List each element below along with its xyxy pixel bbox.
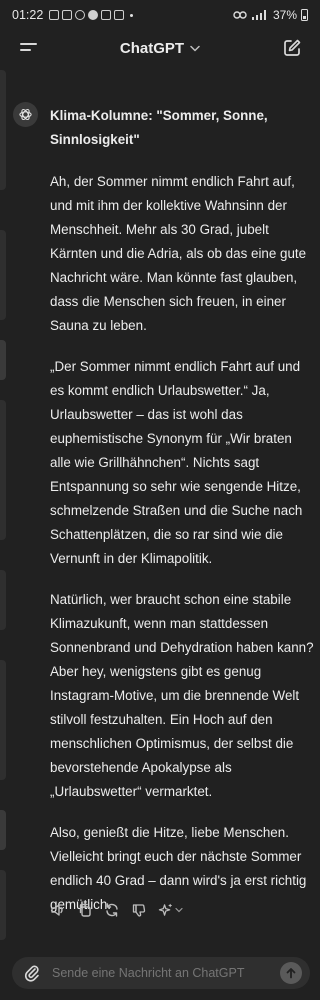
assistant-message: Klima-Kolumne: "Sommer, Sonne, Sinnlosig… bbox=[50, 104, 315, 934]
message-paragraph: Ah, der Sommer nimmt endlich Fahrt auf, … bbox=[50, 174, 307, 333]
message-composer bbox=[12, 957, 310, 989]
status-bar: 01:22 37% bbox=[0, 0, 320, 30]
app-notification-icon bbox=[75, 10, 86, 20]
mail-notification-icon bbox=[101, 10, 112, 20]
message-input[interactable] bbox=[52, 966, 280, 980]
send-button[interactable] bbox=[280, 962, 302, 984]
sparkle-model-icon bbox=[158, 903, 172, 916]
battery-icon bbox=[301, 9, 308, 21]
hamburger-menu-icon[interactable] bbox=[20, 41, 37, 55]
paperclip-icon[interactable] bbox=[24, 964, 40, 982]
notification-icon bbox=[49, 10, 60, 20]
sidebar-edge[interactable] bbox=[0, 70, 8, 950]
message-heading: Klima-Kolumne: "Sommer, Sonne, Sinnlosig… bbox=[50, 108, 268, 147]
arrow-up-icon bbox=[286, 968, 296, 979]
more-notifications-dot-icon bbox=[130, 13, 134, 17]
status-time: 01:22 bbox=[12, 8, 44, 22]
app-header: ChatGPT bbox=[0, 30, 320, 66]
link-icon bbox=[233, 11, 247, 19]
chevron-down-icon bbox=[190, 45, 200, 51]
system-icons: 37% bbox=[233, 8, 308, 22]
message-paragraph: Natürlich, wer braucht schon eine stabil… bbox=[50, 592, 314, 799]
signal-icon bbox=[251, 10, 266, 20]
message-actions bbox=[50, 900, 183, 920]
chevron-down-icon bbox=[175, 907, 183, 913]
message-paragraph: „Der Sommer nimmt endlich Fahrt auf und … bbox=[50, 359, 303, 566]
copy-icon[interactable] bbox=[77, 902, 93, 918]
model-switch-button[interactable] bbox=[158, 903, 183, 918]
speaker-icon[interactable] bbox=[50, 902, 66, 918]
battery-percent: 37% bbox=[272, 8, 297, 22]
new-chat-edit-icon[interactable] bbox=[282, 38, 302, 58]
image-notification-icon bbox=[62, 10, 73, 20]
model-selector[interactable]: ChatGPT bbox=[120, 40, 200, 57]
chatgpt-logo-icon bbox=[13, 102, 38, 127]
globe-notification-icon bbox=[88, 10, 99, 20]
regenerate-icon[interactable] bbox=[104, 902, 120, 918]
calendar-notification-icon bbox=[114, 10, 125, 20]
thumbs-down-icon[interactable] bbox=[131, 902, 147, 918]
app-title: ChatGPT bbox=[119, 39, 185, 57]
notification-icons bbox=[49, 10, 134, 20]
